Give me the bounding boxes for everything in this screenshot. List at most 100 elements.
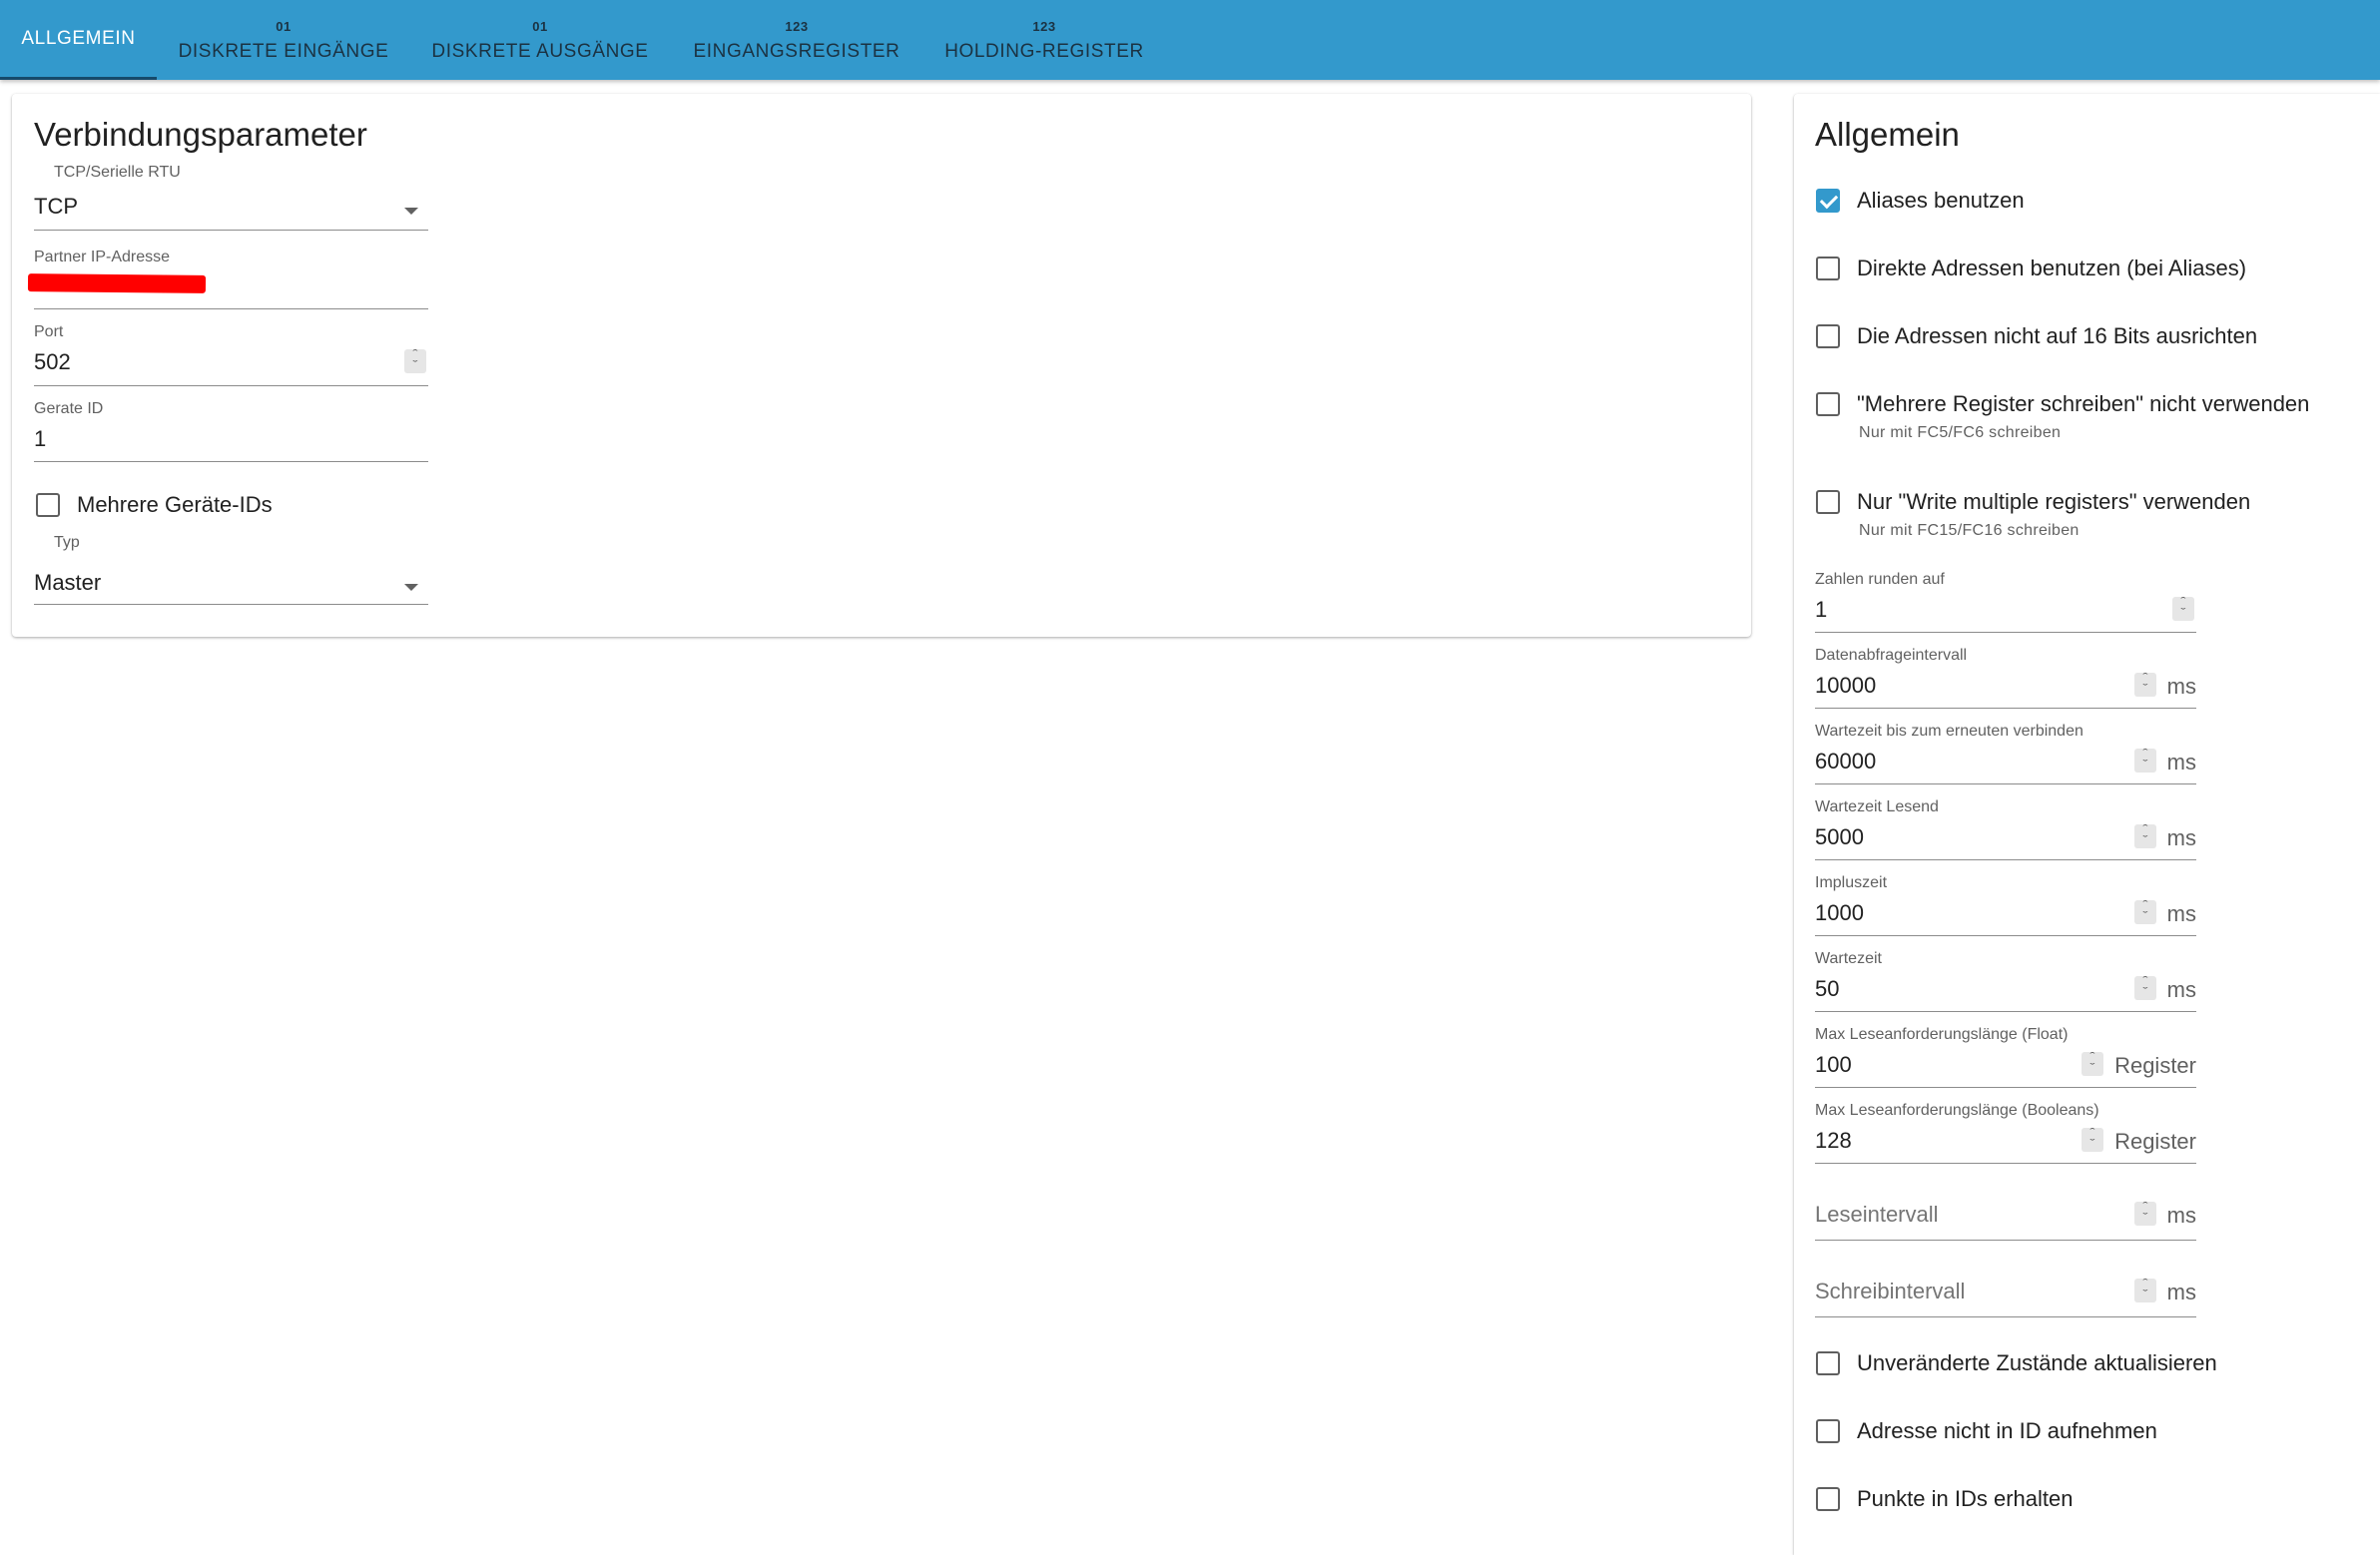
field-underline — [1815, 1316, 2196, 1317]
device-id-field[interactable]: Gerate ID 1 — [34, 400, 428, 462]
field-label: Port — [34, 323, 64, 340]
field-value: 60000 — [1815, 749, 1877, 774]
field-value: 10000 — [1815, 673, 1877, 698]
tab-eingangsregister[interactable]: 123 EINGANGSREGISTER — [683, 0, 910, 80]
numeric-icon: 123 — [785, 19, 809, 34]
field-value: 5000 — [1815, 824, 1864, 849]
checkbox[interactable] — [36, 493, 60, 517]
checkbox[interactable] — [1816, 1351, 1840, 1375]
field-underline — [1815, 935, 2196, 936]
field-value: 1 — [34, 426, 47, 451]
port-field[interactable]: Port 502 ˆˇ — [34, 323, 428, 386]
checkbox[interactable] — [1816, 257, 1840, 280]
tab-bar: ALLGEMEIN 01 DISKRETE EINGÄNGE 01 DISKRE… — [0, 0, 2380, 80]
number-stepper[interactable]: ˆˇ — [2134, 749, 2156, 773]
tab-label: DISKRETE EINGÄNGE — [178, 41, 389, 62]
checkbox-label: Direkte Adressen benutzen (bei Aliases) — [1857, 256, 2247, 280]
field-placeholder: Schreibintervall — [1815, 1279, 1966, 1303]
checkbox[interactable] — [1816, 392, 1840, 416]
field-label: Wartezeit Lesend — [1815, 798, 1939, 815]
field-label: Wartezeit — [1815, 950, 1882, 967]
redaction-mark — [27, 273, 207, 293]
field-placeholder: Leseintervall — [1815, 1202, 1939, 1227]
write-interval-field[interactable]: Schreibintervall ˆˇ ms — [1815, 1270, 2196, 1317]
field-value: 128 — [1815, 1128, 1852, 1153]
field-underline — [34, 604, 428, 605]
number-stepper[interactable]: ˆˇ — [404, 349, 426, 373]
update-unchanged-checkbox[interactable]: Unveränderte Zustände aktualisieren — [1816, 1350, 2355, 1377]
field-label: Zahlen runden auf — [1815, 571, 1945, 588]
direct-addresses-checkbox[interactable]: Direkte Adressen benutzen (bei Aliases) — [1816, 256, 2355, 282]
field-underline — [34, 385, 428, 386]
connection-type-select[interactable]: TCP/Serielle RTU TCP — [34, 164, 428, 231]
binary-icon: 01 — [532, 19, 548, 34]
wait-time-field[interactable]: Wartezeit 50 ˆˇ ms — [1815, 950, 2196, 1012]
checkbox-hint: Nur mit FC5/FC6 schreiben — [1859, 424, 2062, 441]
checkbox-label: Mehrere Geräte-IDs — [77, 492, 273, 517]
only-write-multiple-checkbox[interactable]: Nur "Write multiple registers" verwenden… — [1816, 489, 2355, 544]
checkbox[interactable] — [1816, 490, 1840, 514]
field-value: TCP — [34, 194, 78, 219]
pulse-time-field[interactable]: Impluszeit 1000 ˆˇ ms — [1815, 874, 2196, 936]
checkbox[interactable] — [1816, 1487, 1840, 1511]
numeric-icon: 123 — [1032, 19, 1056, 34]
number-stepper[interactable]: ˆˇ — [2134, 1202, 2156, 1226]
unit-label: ms — [2166, 825, 2196, 850]
number-stepper[interactable]: ˆˇ — [2134, 900, 2156, 924]
max-read-booleans-field[interactable]: Max Leseanforderungslänge (Booleans) 128… — [1815, 1102, 2196, 1164]
tab-allgemein[interactable]: ALLGEMEIN — [0, 0, 157, 80]
unit-label: ms — [2166, 1203, 2196, 1228]
field-underline — [1815, 1011, 2196, 1012]
field-underline — [34, 308, 428, 309]
field-underline — [1815, 1240, 2196, 1241]
partner-ip-field[interactable]: Partner IP-Adresse — [27, 249, 428, 309]
field-label: Gerate ID — [34, 400, 104, 417]
unit-label: Register — [2114, 1129, 2196, 1154]
card-title: Allgemein — [1815, 116, 1960, 153]
number-stepper[interactable]: ˆˇ — [2134, 976, 2156, 1000]
field-label: TCP/Serielle RTU — [54, 164, 181, 181]
number-stepper[interactable]: ˆˇ — [2082, 1128, 2103, 1152]
tab-holding-register[interactable]: 123 HOLDING-REGISTER — [938, 0, 1150, 80]
type-select[interactable]: Typ Master — [34, 534, 428, 605]
field-underline — [1815, 859, 2196, 860]
read-timeout-field[interactable]: Wartezeit Lesend 5000 ˆˇ ms — [1815, 798, 2196, 860]
tab-label: ALLGEMEIN — [21, 28, 136, 49]
keep-dots-in-ids-checkbox[interactable]: Punkte in IDs erhalten — [1816, 1486, 2355, 1513]
field-underline — [1815, 708, 2196, 709]
field-value: Master — [34, 570, 102, 595]
unit-label: ms — [2166, 901, 2196, 926]
field-underline — [1815, 783, 2196, 784]
no-multiple-write-checkbox[interactable]: "Mehrere Register schreiben" nicht verwe… — [1816, 391, 2355, 446]
field-label: Typ — [54, 534, 80, 551]
unit-label: ms — [2166, 977, 2196, 1002]
field-value: 1 — [1815, 597, 1828, 622]
checkbox[interactable] — [1816, 324, 1840, 348]
tab-label: DISKRETE AUSGÄNGE — [431, 41, 649, 62]
number-stepper[interactable]: ˆˇ — [2134, 1279, 2156, 1302]
checkbox[interactable] — [1816, 1419, 1840, 1443]
use-aliases-checkbox[interactable]: Aliases benutzen — [1816, 188, 2355, 215]
reconnect-wait-field[interactable]: Wartezeit bis zum erneuten verbinden 600… — [1815, 723, 2196, 784]
checkbox-checked[interactable] — [1816, 189, 1840, 213]
field-label: Wartezeit bis zum erneuten verbinden — [1815, 723, 2083, 740]
read-interval-field[interactable]: Leseintervall ˆˇ ms — [1815, 1194, 2196, 1241]
field-underline — [1815, 632, 2196, 633]
no-address-in-id-checkbox[interactable]: Adresse nicht in ID aufnehmen — [1816, 1418, 2355, 1445]
chevron-down-icon — [404, 208, 418, 215]
tab-diskrete-eingaenge[interactable]: 01 DISKRETE EINGÄNGE — [170, 0, 397, 80]
number-stepper[interactable]: ˆˇ — [2082, 1052, 2103, 1076]
multiple-ids-checkbox[interactable]: Mehrere Geräte-IDs — [36, 492, 335, 519]
binary-icon: 01 — [276, 19, 292, 34]
number-stepper[interactable]: ˆˇ — [2134, 824, 2156, 848]
poll-interval-field[interactable]: Datenabfrageintervall 10000 ˆˇ ms — [1815, 647, 2196, 709]
max-read-float-field[interactable]: Max Leseanforderungslänge (Float) 100 ˆˇ… — [1815, 1026, 2196, 1088]
no-16bit-align-checkbox[interactable]: Die Adressen nicht auf 16 Bits ausrichte… — [1816, 323, 2355, 350]
field-label: Datenabfrageintervall — [1815, 647, 1968, 664]
tab-diskrete-ausgaenge[interactable]: 01 DISKRETE AUSGÄNGE — [425, 0, 655, 80]
number-stepper[interactable]: ˆˇ — [2134, 673, 2156, 697]
number-stepper[interactable]: ˆˇ — [2172, 597, 2194, 621]
round-numbers-field[interactable]: Zahlen runden auf 1 ˆˇ — [1815, 571, 2196, 633]
field-label: Partner IP-Adresse — [34, 249, 171, 265]
card-title: Verbindungsparameter — [34, 116, 367, 153]
